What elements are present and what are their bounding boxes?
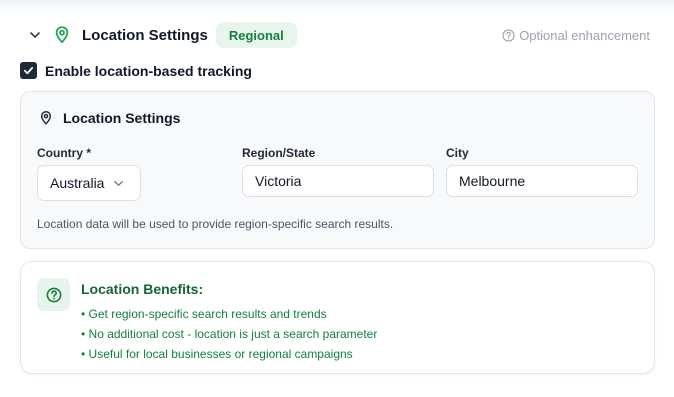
benefits-card: Location Benefits: • Get region-specific… (20, 261, 655, 374)
city-label: City (446, 146, 469, 160)
chevron-down-icon[interactable] (26, 26, 44, 44)
benefits-list: • Get region-specific search results and… (81, 304, 377, 364)
section-header: Location Settings Regional Optional enha… (26, 21, 652, 49)
location-settings-card: Location Settings Country * Region/State… (20, 91, 655, 249)
country-select[interactable]: Australia (37, 165, 141, 201)
card-title: Location Settings (63, 110, 181, 126)
location-hint: Location data will be used to provide re… (37, 217, 394, 231)
checkmark-icon (23, 67, 34, 75)
optional-note: Optional enhancement (502, 28, 650, 43)
map-pin-icon (55, 26, 69, 44)
help-circle-icon (502, 28, 515, 42)
country-value: Australia (50, 175, 105, 191)
help-circle-icon (46, 287, 61, 302)
section-title: Location Settings (82, 26, 208, 44)
country-label: Country * (37, 146, 91, 160)
top-shadow (0, 0, 674, 14)
region-label: Region/State (242, 146, 316, 160)
optional-note-text: Optional enhancement (519, 27, 650, 43)
region-input[interactable] (242, 165, 434, 197)
tracking-toggle[interactable]: Enable location-based tracking (20, 62, 252, 79)
map-pin-icon (40, 111, 52, 125)
help-icon-badge (37, 278, 70, 311)
chevron-down-icon (114, 180, 124, 186)
tracking-label: Enable location-based tracking (45, 62, 252, 79)
benefits-title: Location Benefits: (81, 281, 204, 297)
tracking-checkbox[interactable] (20, 62, 37, 79)
card-header: Location Settings (38, 110, 180, 126)
list-item: • Get region-specific search results and… (81, 307, 327, 321)
list-item: • No additional cost - location is just … (81, 327, 378, 341)
list-item: • Useful for local businesses or regiona… (81, 347, 353, 361)
city-input[interactable] (446, 165, 638, 197)
regional-badge: Regional (215, 22, 297, 48)
